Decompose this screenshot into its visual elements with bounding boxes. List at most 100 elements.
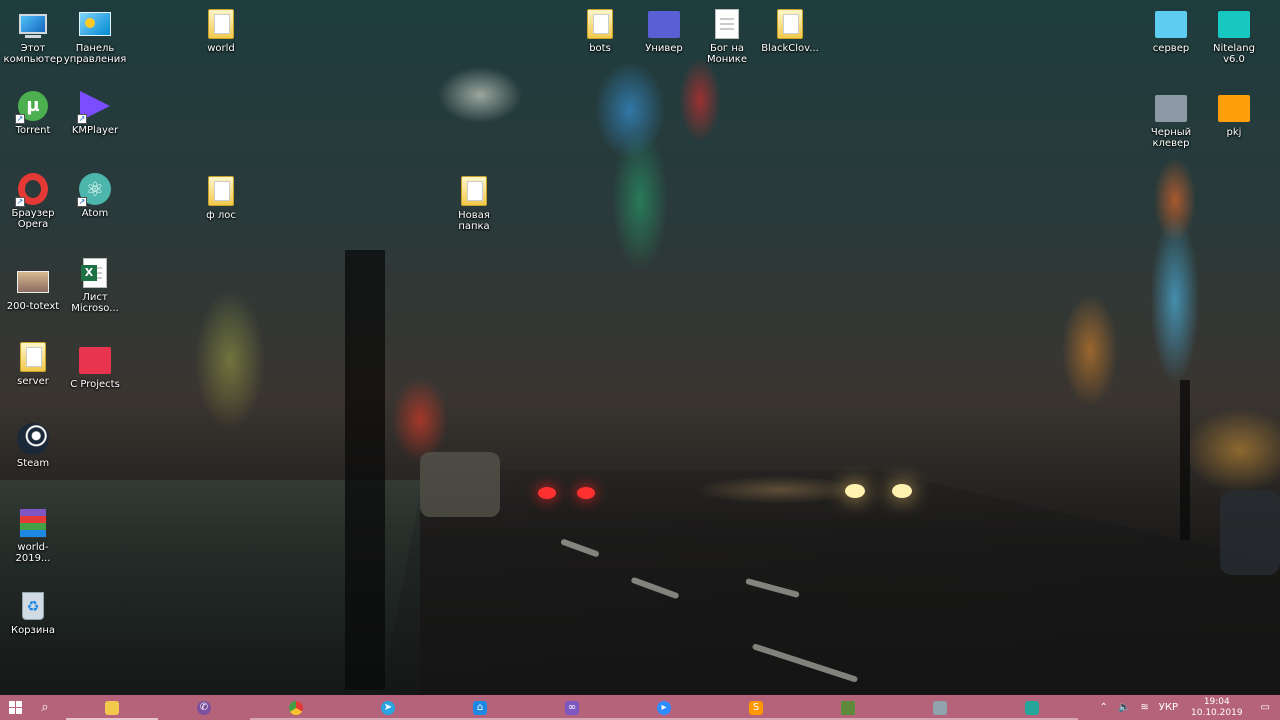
visual-studio-icon: ∞ xyxy=(565,700,579,715)
taskbar-app-file-explorer[interactable] xyxy=(66,695,158,720)
taskbar-app-telegram[interactable]: ➤ xyxy=(342,695,434,720)
desktop-icon-label: pkj xyxy=(1226,127,1242,138)
desktop-icon-label: Atom xyxy=(81,208,109,219)
desktop-icon-server[interactable]: server xyxy=(0,341,66,387)
desktop-icon-label: server xyxy=(17,376,49,387)
folder-icon xyxy=(1155,92,1187,124)
viber-icon: ✆ xyxy=(197,700,211,715)
desktop-icon-label: Nitelang v6.0 xyxy=(1213,43,1255,65)
desktop-icon-label: Steam xyxy=(16,458,50,469)
desktop-icon-bots[interactable]: bots xyxy=(567,8,633,54)
taskbar-app-chrome[interactable] xyxy=(250,695,342,720)
taskbar-app-network[interactable]: ⌂ xyxy=(434,695,526,720)
desktop-icon-steam[interactable]: Steam xyxy=(0,423,66,469)
desktop-icon-label: world xyxy=(207,43,235,54)
desktop-icon-opera[interactable]: ↗ Браузер Opera xyxy=(0,173,66,230)
taskbar-app-remote-desktop[interactable] xyxy=(894,695,986,720)
system-tray: ⌃ 🔈 ≋ УКР 19:04 10.10.2019 ▭ xyxy=(1095,695,1280,720)
taskbar-app-minecraft[interactable] xyxy=(802,695,894,720)
chevron-up-icon[interactable]: ⌃ xyxy=(1095,702,1113,713)
desktop-icon-bog-na-monike[interactable]: Бог на Монике xyxy=(694,8,760,65)
desktop-icon-label: Новая папка xyxy=(458,210,490,232)
network-icon: ⌂ xyxy=(473,700,487,715)
clock-date: 10.10.2019 xyxy=(1191,707,1243,718)
desktop-icon-label: сервер xyxy=(1152,43,1190,54)
desktop-icon-label: C Projects xyxy=(70,379,120,390)
language-indicator[interactable]: УКР xyxy=(1154,702,1183,713)
folder-icon xyxy=(205,175,237,207)
desktop-icon-chernyi-klever[interactable]: Черный клевер xyxy=(1138,92,1204,149)
minecraft-icon xyxy=(841,700,855,715)
desktop-icon-pkj[interactable]: pkj xyxy=(1201,92,1267,138)
desktop-icon-label: KMPlayer xyxy=(71,125,119,136)
desktop-icon-label: Черный клевер xyxy=(1150,127,1192,149)
folder-icon xyxy=(584,8,616,40)
start-button[interactable] xyxy=(0,695,30,720)
computer-icon xyxy=(17,8,49,40)
taskbar-app-zoom[interactable]: ▸ xyxy=(618,695,710,720)
search-button[interactable]: ⌕ xyxy=(30,695,60,720)
taskbar: ⌕ ✆ ➤ ⌂ ∞ ▸ S ⌃ 🔈 ≋ УКР 19:04 10.10.2019 xyxy=(0,695,1280,720)
windows-logo-icon xyxy=(8,701,22,714)
desktop-icon-label: Корзина xyxy=(10,625,56,636)
desktop-icon-atom[interactable]: ⚛ ↗ Atom xyxy=(62,173,128,219)
desktop-icon-new-folder[interactable]: Новая папка xyxy=(441,175,507,232)
clock[interactable]: 19:04 10.10.2019 xyxy=(1183,697,1251,719)
desktop-icon-c-projects[interactable]: C Projects xyxy=(62,344,128,390)
folder-icon xyxy=(105,700,119,715)
recycle-bin-icon: ♻ xyxy=(17,590,49,622)
taskbar-app-visual-studio[interactable]: ∞ xyxy=(526,695,618,720)
notification-icon[interactable]: ▭ xyxy=(1251,702,1280,713)
folder-icon xyxy=(1218,8,1250,40)
desktop[interactable]: Этот компьютер µ ↗ Torrent ↗ Браузер Ope… xyxy=(0,0,1280,695)
desktop-icon-torrent[interactable]: µ ↗ Torrent xyxy=(0,90,66,136)
desktop-icon-200-totext[interactable]: 200-totext xyxy=(0,266,66,312)
desktop-icon-label: Бог на Монике xyxy=(707,43,747,65)
desktop-icon-server-ru[interactable]: сервер xyxy=(1138,8,1204,54)
desktop-icon-control-panel[interactable]: Панель управления xyxy=(62,8,128,65)
desktop-icon-kmplayer[interactable]: ↗ KMPlayer xyxy=(62,90,128,136)
excel-icon: X xyxy=(79,257,111,289)
steam-icon xyxy=(17,423,49,455)
desktop-icon-label: Этот компьютер xyxy=(3,43,63,65)
folder-icon xyxy=(17,341,49,373)
taskbar-app-photos[interactable] xyxy=(986,695,1078,720)
desktop-icon-label: Универ xyxy=(645,43,683,54)
control-panel-icon xyxy=(79,8,111,40)
opera-icon: ↗ xyxy=(15,173,49,207)
telegram-icon: ➤ xyxy=(381,700,395,715)
chrome-icon xyxy=(289,700,303,715)
kmplayer-icon: ↗ xyxy=(77,90,111,124)
desktop-icon-label: Панель управления xyxy=(63,43,127,65)
desktop-icon-label: BlackClov... xyxy=(761,43,819,54)
desktop-icon-this-pc[interactable]: Этот компьютер xyxy=(0,8,66,65)
desktop-icon-label: Лист Microso... xyxy=(71,292,119,314)
taskbar-app-viber[interactable]: ✆ xyxy=(158,695,250,720)
folder-icon xyxy=(1218,92,1250,124)
desktop-icon-world-2019[interactable]: world-2019... xyxy=(0,507,66,564)
folder-icon xyxy=(1155,8,1187,40)
text-document-icon xyxy=(711,8,743,40)
winrar-archive-icon xyxy=(17,507,49,539)
desktop-icon-recycle-bin[interactable]: ♻ Корзина xyxy=(0,590,66,636)
photos-icon xyxy=(1025,700,1039,715)
desktop-icon-world[interactable]: world xyxy=(188,8,254,54)
desktop-icon-label: ф лос xyxy=(206,210,236,221)
desktop-icon-nitelang[interactable]: Nitelang v6.0 xyxy=(1201,8,1267,65)
desktop-icon-blackclover[interactable]: BlackClov... xyxy=(757,8,823,54)
sublime-text-icon: S xyxy=(749,700,763,715)
zoom-icon: ▸ xyxy=(657,700,671,715)
desktop-icon-label: Браузер Opera xyxy=(11,208,55,230)
image-file-icon xyxy=(17,266,49,298)
desktop-icon-f-los[interactable]: ф лос xyxy=(188,175,254,221)
clock-time: 19:04 xyxy=(1203,696,1230,707)
desktop-icon-label: bots xyxy=(589,43,611,54)
folder-icon xyxy=(458,175,490,207)
desktop-icon-univer[interactable]: Универ xyxy=(631,8,697,54)
volume-icon[interactable]: 🔈 xyxy=(1113,702,1135,713)
wifi-icon[interactable]: ≋ xyxy=(1135,702,1153,713)
taskbar-app-sublime[interactable]: S xyxy=(710,695,802,720)
desktop-icon-label: Torrent xyxy=(15,125,51,136)
desktop-icon-excel-sheet[interactable]: X Лист Microso... xyxy=(62,257,128,314)
folder-icon xyxy=(205,8,237,40)
